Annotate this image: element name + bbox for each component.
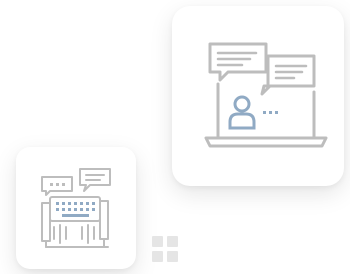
laptop-chat-person-icon <box>204 42 328 148</box>
dot-grid-icon <box>152 236 178 262</box>
laptop-chat-card <box>172 6 344 186</box>
illustration-stage <box>0 0 350 274</box>
team-keyboard-chat-icon <box>41 168 111 248</box>
team-keyboard-card <box>16 147 136 269</box>
